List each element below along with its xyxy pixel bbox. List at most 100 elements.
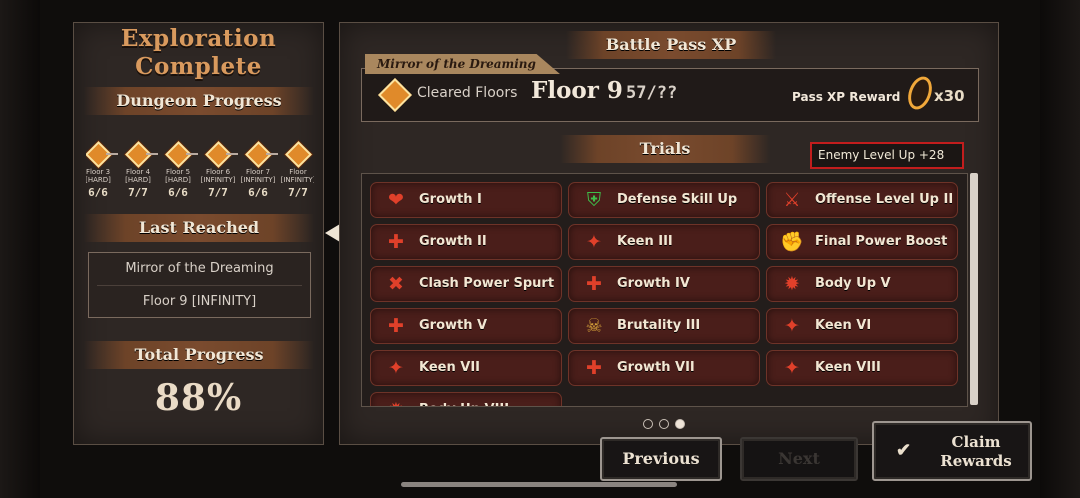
crit-up-icon: ✦ — [784, 357, 800, 379]
home-indicator[interactable] — [401, 482, 677, 487]
trials-scrollbar[interactable] — [970, 173, 978, 405]
pass-xp-reward-count: x30 — [934, 87, 965, 105]
heart-plus-icon: ✚ — [586, 273, 602, 295]
trial-item[interactable]: ✦ Keen III — [568, 224, 760, 260]
trial-item[interactable]: ✚ Growth II — [370, 224, 562, 260]
page-dot[interactable] — [659, 419, 669, 429]
dungeon-progress-banner: Dungeon Progress — [84, 87, 314, 115]
floor-progress-track: Floor 3 [HARD] 6/6 Floor 4 [HARD] 7/7 Floor 5[… — [86, 139, 314, 205]
trial-item[interactable]: ✦ Keen VII — [370, 350, 562, 386]
trial-label: Body Up VIII — [419, 393, 509, 406]
floor-count: 6/6 — [248, 186, 268, 199]
trial-item[interactable]: ⛨ Defense Skill Up — [568, 182, 760, 218]
floor-difficulty: [INFINITY] — [200, 176, 236, 184]
trial-label: Growth IV — [617, 276, 690, 291]
body-up-icon: ✹ — [784, 273, 800, 295]
heart-plus-icon: ✚ — [388, 231, 404, 253]
enemy-level-badge: Enemy Level Up +28 — [810, 142, 964, 169]
floor-count: 6/6 — [168, 186, 188, 199]
trial-item[interactable]: ✚ Growth VII — [568, 350, 760, 386]
frame-right-edge — [1040, 0, 1080, 498]
floor-count: 7/7 — [288, 186, 308, 199]
floor-name: Floor 5 — [165, 168, 191, 176]
body-up-icon: ✹ — [383, 397, 409, 406]
trial-item[interactable]: ✦ Keen VI — [766, 308, 958, 344]
rewards-panel: Battle Pass XP Cleared Floors Floor 9 57… — [339, 22, 999, 445]
last-reached-box: Mirror of the Dreaming Floor 9 [INFINITY… — [88, 252, 311, 318]
floor-name: Floor 7 — [245, 168, 271, 176]
trial-item[interactable]: ✚ Growth V — [370, 308, 562, 344]
floor-name: Floor — [289, 168, 307, 176]
page-dot[interactable] — [675, 419, 685, 429]
claim-label-line2: Rewards — [940, 452, 1012, 470]
last-reached-banner: Last Reached — [84, 214, 314, 242]
trial-item[interactable]: ✊ Final Power Boost — [766, 224, 958, 260]
trial-label: Keen VIII — [815, 360, 881, 375]
floor-connector — [146, 153, 158, 155]
trial-label: Body Up V — [815, 276, 891, 291]
cleared-floors-label: Cleared Floors — [417, 85, 518, 101]
claim-rewards-button[interactable]: ✔ Claim Rewards — [872, 421, 1032, 481]
crit-up-icon: ✦ — [388, 357, 404, 379]
floor-name: Floor 4 — [125, 168, 151, 176]
trial-item[interactable]: ✖ Clash Power Spurt — [370, 266, 562, 302]
floor-node: Floor [INFINITY] 7/7 — [278, 139, 314, 199]
clash-icon: ✖ — [388, 273, 404, 295]
total-progress-banner: Total Progress — [84, 341, 314, 369]
floor-node: Floor 7 [INFINITY] 6/6 — [238, 139, 278, 199]
fist-icon: ✊ — [780, 231, 804, 253]
crit-up-icon: ✦ — [784, 315, 800, 337]
trial-item[interactable]: ✚ Growth IV — [568, 266, 760, 302]
exploration-title-line1: Exploration — [120, 25, 277, 52]
floor-node: Floor 3 [HARD] 6/6 — [86, 139, 118, 199]
floor-difficulty: [INFINITY] — [240, 176, 276, 184]
trial-item[interactable]: ✹ Body Up VIII — [370, 392, 562, 406]
heart-up-icon: ❤ — [388, 189, 404, 211]
floor-difficulty: [HARD] — [125, 176, 151, 184]
floor-connector — [266, 153, 278, 155]
trial-label: Growth I — [419, 192, 482, 207]
floor-count: 6/6 — [88, 186, 108, 199]
swords-up-icon: ⚔ — [783, 189, 801, 211]
pass-xp-token-icon — [903, 73, 937, 113]
next-button[interactable]: Next — [740, 437, 858, 481]
claim-label-line1: Claim — [951, 433, 1001, 451]
claim-rewards-label: Claim Rewards — [928, 433, 1024, 471]
battle-pass-box: Cleared Floors Floor 9 57/?? Pass XP Rew… — [361, 68, 979, 122]
trial-label: Keen III — [617, 234, 673, 249]
dungeon-name-tag: Mirror of the Dreaming — [365, 54, 560, 74]
cleared-floor-value: Floor 9 — [531, 77, 623, 104]
cleared-floor-fraction: 57/?? — [626, 83, 678, 103]
trial-item[interactable]: ✦ Keen VIII — [766, 350, 958, 386]
floor-difficulty: [HARD] — [86, 176, 111, 184]
floor-node: Floor 5 [HARD] 6/6 — [158, 139, 198, 199]
trial-item[interactable]: ⚔ Offense Level Up II — [766, 182, 958, 218]
trial-label: Final Power Boost — [815, 234, 948, 249]
cleared-floors-icon — [378, 78, 412, 112]
floor-count: 7/7 — [208, 186, 228, 199]
trial-label: Defense Skill Up — [617, 192, 738, 207]
floor-connector — [186, 153, 198, 155]
heart-plus-icon: ✚ — [388, 315, 404, 337]
trial-label: Growth V — [419, 318, 488, 333]
floor-diamond-icon — [284, 141, 312, 168]
frame-left-edge — [0, 0, 40, 498]
floor-connector — [106, 153, 118, 155]
trial-label: Brutality III — [617, 318, 701, 333]
trials-list[interactable]: ❤ Growth I ⛨ Defense Skill Up ⚔ Offense Level… — [361, 173, 968, 407]
crit-up-icon: ✦ — [586, 231, 602, 253]
trial-item[interactable]: ☠ Brutality III — [568, 308, 760, 344]
trial-label: Offense Level Up II — [815, 192, 954, 207]
trial-label: Growth VII — [617, 360, 695, 375]
brutality-icon: ☠ — [585, 315, 603, 337]
floor-node: Floor 4 [HARD] 7/7 — [118, 139, 158, 199]
page-dot[interactable] — [643, 419, 653, 429]
floor-difficulty: [INFINITY] — [280, 176, 314, 184]
trial-item[interactable]: ❤ Growth I — [370, 182, 562, 218]
previous-button[interactable]: Previous — [600, 437, 722, 481]
trial-label: Growth II — [419, 234, 487, 249]
floor-node: Floor 6 [INFINITY] 7/7 — [198, 139, 238, 199]
trial-item[interactable]: ✹ Body Up V — [766, 266, 958, 302]
exploration-summary-panel: Exploration Complete Dungeon Progress Fl… — [73, 22, 324, 445]
total-progress-value: 88% — [154, 377, 243, 419]
